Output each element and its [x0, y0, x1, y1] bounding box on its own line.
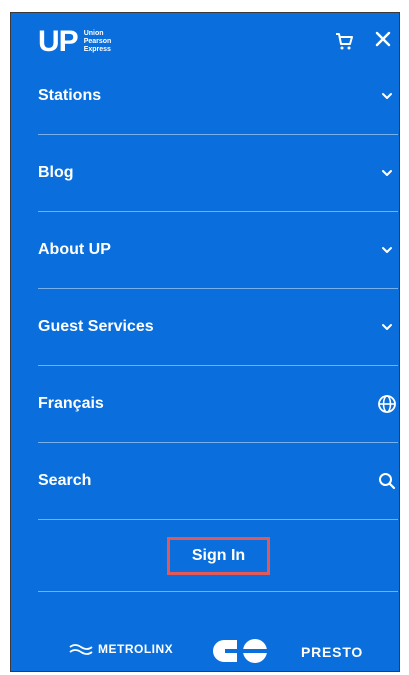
sign-in-highlight: Sign In: [167, 537, 270, 575]
cart-icon[interactable]: [334, 31, 354, 51]
logo-sub-line: Pearson: [83, 38, 112, 45]
metrolinx-text: METROLINX: [98, 642, 174, 656]
menu-item-francais[interactable]: Français: [38, 366, 398, 442]
menu-item-about-up[interactable]: About UP: [38, 212, 398, 288]
close-icon[interactable]: [371, 27, 395, 51]
up-express-logo[interactable]: UP Union Pearson Express: [38, 27, 111, 57]
mobile-menu-panel: UP Union Pearson Express Stations Blog A…: [10, 12, 400, 672]
logo-subtitle: Union Pearson Express: [84, 30, 112, 54]
go-transit-logo[interactable]: [211, 638, 269, 664]
globe-icon: [378, 395, 396, 413]
chevron-down-icon: [382, 93, 392, 99]
logo-sub-line: Express: [83, 46, 111, 53]
chevron-down-icon: [382, 324, 392, 330]
menu-item-stations[interactable]: Stations: [38, 58, 398, 134]
presto-logo[interactable]: PRESTO: [301, 644, 363, 660]
metrolinx-logo[interactable]: METROLINX: [69, 642, 173, 656]
menu-item-label: Stations: [38, 87, 102, 104]
menu-item-guest-services[interactable]: Guest Services: [38, 289, 398, 365]
menu-divider: [38, 519, 398, 520]
menu-item-label: About UP: [38, 241, 111, 258]
sign-in-button[interactable]: Sign In: [172, 542, 265, 570]
logo-text: UP: [38, 25, 79, 58]
menu-item-search[interactable]: Search: [38, 443, 398, 519]
menu-item-label: Guest Services: [38, 318, 154, 335]
chevron-down-icon: [382, 247, 392, 253]
menu-divider: [38, 591, 398, 592]
menu-item-label: Blog: [38, 164, 74, 181]
search-icon: [379, 473, 396, 490]
metrolinx-wave-icon: [69, 644, 93, 655]
chevron-down-icon: [382, 170, 392, 176]
partner-logos: METROLINX PRESTO: [11, 638, 399, 668]
menu-item-label: Français: [38, 395, 104, 412]
menu-item-label: Search: [38, 472, 92, 489]
logo-sub-line: Union: [83, 30, 104, 37]
menu-item-blog[interactable]: Blog: [38, 135, 398, 211]
